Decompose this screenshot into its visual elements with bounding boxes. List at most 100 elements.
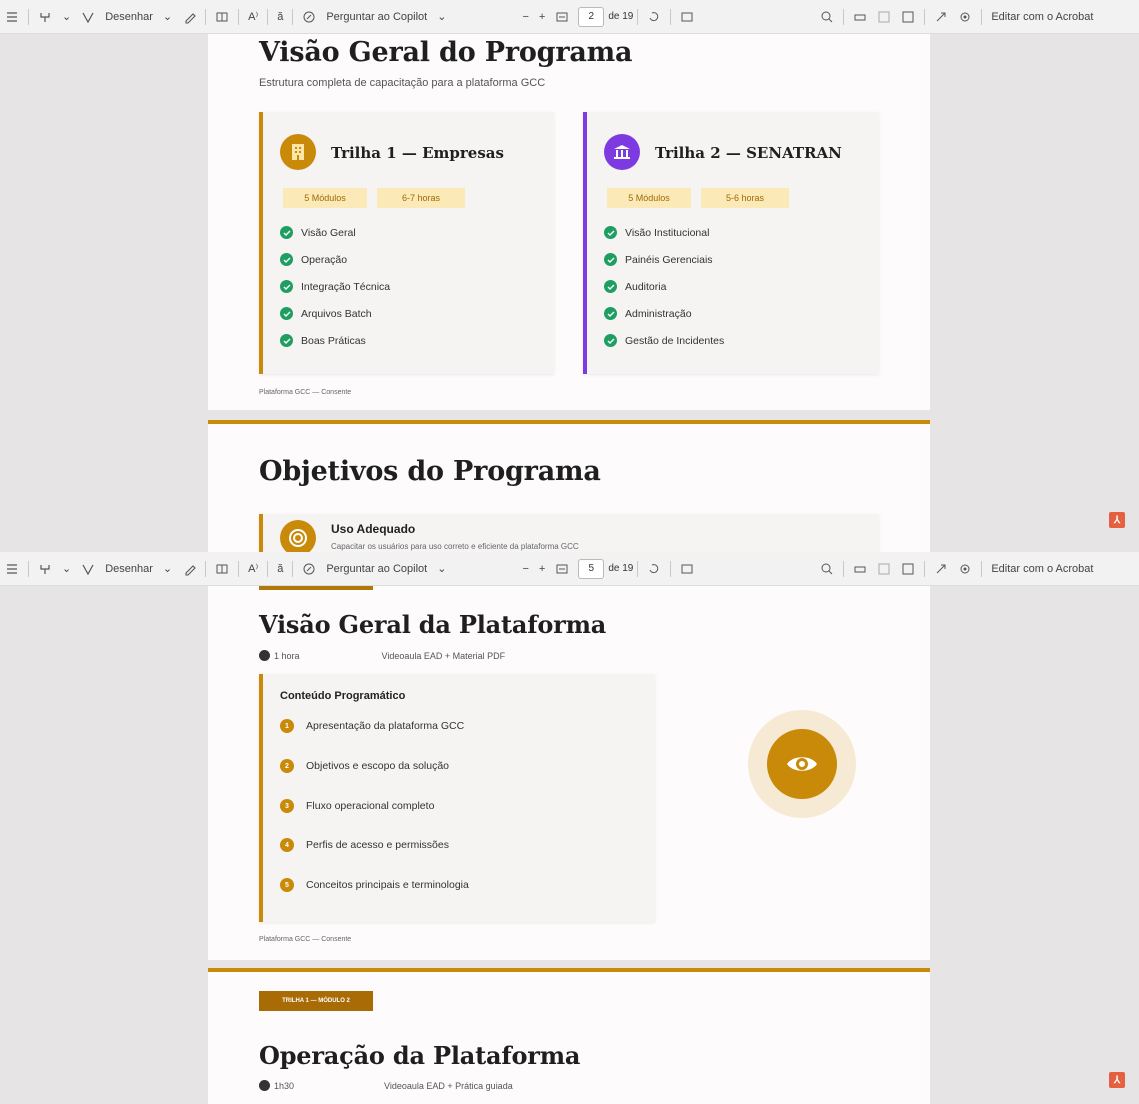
- chevron-down-icon[interactable]: ⌄: [432, 557, 451, 581]
- content-card: Conteúdo Programático 1 Apresentação da p…: [259, 674, 655, 922]
- draw-icon[interactable]: [76, 557, 100, 581]
- card-accent-bar: [259, 514, 263, 552]
- page-number-input[interactable]: 2: [578, 6, 605, 27]
- draw-button[interactable]: Desenhar: [100, 5, 158, 29]
- search-icon[interactable]: [815, 5, 839, 29]
- search-icon[interactable]: [815, 557, 839, 581]
- check-circle-icon: [604, 280, 617, 293]
- save-icon[interactable]: [872, 5, 896, 29]
- toolbar-divider: [28, 8, 29, 25]
- list-item-label: Operação: [301, 253, 348, 266]
- read-aloud-button[interactable]: A⁾: [243, 5, 263, 29]
- page-title: Operação da Plataforma: [259, 1041, 581, 1070]
- ask-copilot-button[interactable]: Perguntar ao Copilot: [321, 557, 432, 581]
- page-view-icon[interactable]: [210, 557, 234, 581]
- acrobat-icon[interactable]: ⅄: [1109, 1072, 1125, 1088]
- rotate-icon[interactable]: [642, 5, 666, 29]
- list-item-label: Conceitos principais e terminologia: [306, 879, 469, 891]
- two-page-icon[interactable]: [675, 5, 699, 29]
- highlight-icon[interactable]: [33, 5, 57, 29]
- chevron-down-icon[interactable]: ⌄: [432, 5, 451, 29]
- track-accent-bar: [583, 112, 587, 374]
- track-card-senatran: Trilha 2 — SENATRAN 5 Módulos 5-6 horas …: [583, 112, 879, 374]
- toolbar-divider: [637, 560, 639, 577]
- chevron-down-icon[interactable]: ⌄: [57, 557, 76, 581]
- list-item: Administração: [604, 307, 692, 320]
- check-circle-icon: [604, 307, 617, 320]
- translate-button[interactable]: ă: [272, 5, 288, 29]
- step-number: 1: [280, 719, 294, 733]
- save-as-icon[interactable]: [896, 5, 920, 29]
- chevron-down-icon[interactable]: ⌄: [57, 5, 76, 29]
- toolbar-divider: [267, 8, 269, 25]
- eraser-icon[interactable]: [177, 557, 201, 581]
- zoom-out-button[interactable]: −: [517, 5, 533, 29]
- list-item-label: Perfis de acesso e permissões: [306, 839, 449, 851]
- list-item-label: Fluxo operacional completo: [306, 800, 435, 812]
- draw-button[interactable]: Desenhar: [100, 557, 158, 581]
- hours-badge: 5-6 horas: [701, 188, 789, 208]
- settings-icon[interactable]: [953, 5, 977, 29]
- objective-title: Uso Adequado: [331, 522, 416, 536]
- module-meta: 1h30 Videoaula EAD + Prática guiada: [259, 1080, 513, 1091]
- toolbar-divider: [924, 560, 926, 577]
- two-page-icon[interactable]: [675, 557, 699, 581]
- toolbar-divider: [292, 560, 294, 577]
- pdf-page: Visão Geral da Plataforma 1 hora Videoau…: [208, 586, 930, 960]
- fullscreen-icon[interactable]: [929, 5, 953, 29]
- zoom-in-button[interactable]: +: [534, 5, 550, 29]
- eye-icon: [748, 710, 856, 818]
- chevron-down-icon[interactable]: ⌄: [158, 557, 177, 581]
- page-view-icon[interactable]: [210, 5, 234, 29]
- copilot-icon[interactable]: [297, 5, 321, 29]
- pdf-page: TRILHA 1 — MÓDULO 2 Operação da Platafor…: [208, 968, 930, 1104]
- list-item: Operação: [280, 253, 347, 266]
- fullscreen-icon[interactable]: [929, 557, 953, 581]
- contents-icon[interactable]: [0, 557, 24, 581]
- highlight-icon[interactable]: [33, 557, 57, 581]
- list-item-label: Painéis Gerenciais: [625, 253, 713, 266]
- track-title: Trilha 1 — Empresas: [331, 144, 504, 162]
- rotate-icon[interactable]: [642, 557, 666, 581]
- chevron-down-icon[interactable]: ⌄: [158, 5, 177, 29]
- edit-with-acrobat-button[interactable]: Editar com o Acrobat: [986, 5, 1098, 29]
- save-icon[interactable]: [872, 557, 896, 581]
- pdf-toolbar: ⌄ Desenhar ⌄ A⁾ ă Perguntar ao Copilot …: [0, 0, 1139, 34]
- page-top-accent: [208, 420, 930, 424]
- read-aloud-button[interactable]: A⁾: [243, 557, 263, 581]
- list-item: Boas Práticas: [280, 334, 366, 347]
- fit-page-icon[interactable]: [550, 5, 574, 29]
- format: Videoaula EAD + Prática guiada: [384, 1080, 513, 1091]
- page-footer: Plataforma GCC — Consente: [259, 936, 352, 943]
- ask-copilot-button[interactable]: Perguntar ao Copilot: [321, 5, 432, 29]
- edit-with-acrobat-button[interactable]: Editar com o Acrobat: [986, 557, 1098, 581]
- list-item: Painéis Gerenciais: [604, 253, 713, 266]
- bank-icon: [604, 134, 640, 170]
- copilot-icon[interactable]: [297, 557, 321, 581]
- eraser-icon[interactable]: [177, 5, 201, 29]
- list-item-label: Arquivos Batch: [301, 307, 372, 320]
- print-icon[interactable]: [848, 557, 872, 581]
- list-item-label: Administração: [625, 307, 692, 320]
- draw-icon[interactable]: [76, 5, 100, 29]
- settings-icon[interactable]: [953, 557, 977, 581]
- check-circle-icon: [604, 226, 617, 239]
- acrobat-icon[interactable]: ⅄: [1109, 512, 1125, 528]
- save-as-icon[interactable]: [896, 557, 920, 581]
- toolbar-divider: [981, 560, 983, 577]
- list-item: 5 Conceitos principais e terminologia: [280, 878, 469, 892]
- zoom-out-button[interactable]: −: [517, 557, 533, 581]
- objective-card: Uso Adequado Capacitar os usuários para …: [259, 514, 879, 552]
- list-item-label: Auditoria: [625, 280, 667, 293]
- page-number-input[interactable]: 5: [578, 558, 605, 579]
- contents-icon[interactable]: [0, 5, 24, 29]
- content-title: Conteúdo Programático: [280, 690, 406, 702]
- list-item: 3 Fluxo operacional completo: [280, 799, 434, 813]
- translate-button[interactable]: ă: [272, 557, 288, 581]
- print-icon[interactable]: [848, 5, 872, 29]
- list-item-label: Objetivos e escopo da solução: [306, 760, 450, 772]
- fit-page-icon[interactable]: [550, 557, 574, 581]
- hours-badge: 6-7 horas: [377, 188, 465, 208]
- zoom-in-button[interactable]: +: [534, 557, 550, 581]
- pdf-page: Visão Geral do Programa Estrutura comple…: [208, 34, 930, 410]
